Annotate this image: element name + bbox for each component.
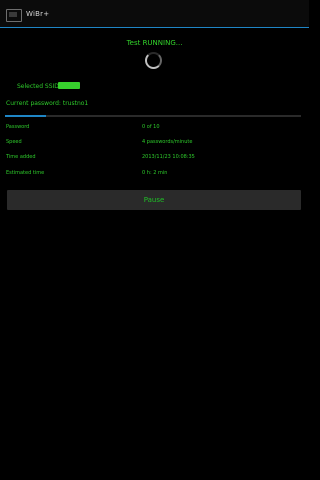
stat-label: Password bbox=[6, 124, 30, 130]
current-password-text: Current password: trustno1 bbox=[6, 100, 89, 107]
test-status-text: Test RUNNING... bbox=[126, 39, 183, 47]
stat-row-time-added: Time added 2013/11/23 10:08:35 bbox=[0, 154, 309, 166]
title-bar: WiBr+ bbox=[0, 0, 309, 28]
selected-ssid-label: Selected SSID: bbox=[17, 83, 61, 90]
stat-value: 0 of 10 bbox=[142, 124, 160, 130]
progress-bar bbox=[5, 115, 301, 117]
stat-label: Time added bbox=[6, 154, 36, 160]
stat-value: 4 passwords/minute bbox=[142, 139, 193, 145]
stat-label: Speed bbox=[6, 139, 22, 145]
stat-value: 2013/11/23 10:08:35 bbox=[142, 154, 195, 160]
progress-bar-fill bbox=[5, 115, 47, 117]
app-title: WiBr+ bbox=[26, 10, 50, 18]
loading-spinner-icon bbox=[145, 52, 162, 69]
stat-row-estimated-time: Estimated time 0 h: 2 min bbox=[0, 170, 309, 182]
stat-label: Estimated time bbox=[6, 170, 45, 176]
stat-row-password: Password 0 of 10 bbox=[0, 124, 309, 136]
stat-row-speed: Speed 4 passwords/minute bbox=[0, 139, 309, 151]
app-icon bbox=[6, 9, 22, 22]
selected-ssid-value bbox=[58, 82, 80, 89]
pause-button[interactable]: Pause bbox=[7, 190, 301, 210]
stat-value: 0 h: 2 min bbox=[142, 170, 168, 176]
title-divider bbox=[0, 27, 309, 28]
